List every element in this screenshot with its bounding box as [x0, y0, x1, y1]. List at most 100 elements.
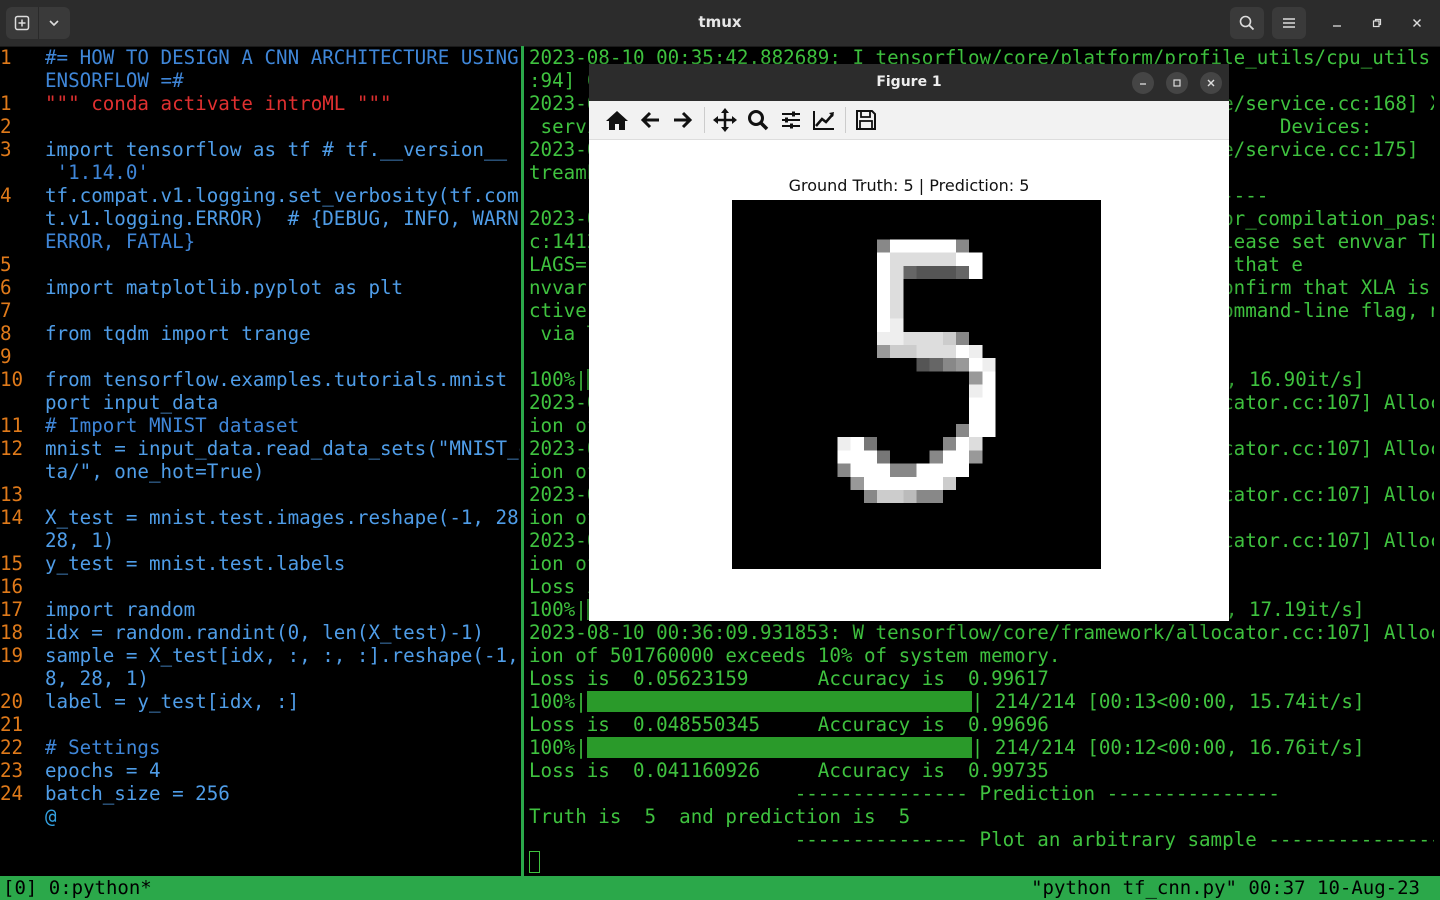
code-text: import random	[45, 598, 196, 621]
digit-pixel	[982, 410, 996, 425]
editor-line: 24 batch_size = 256	[0, 782, 520, 805]
digit-pixel	[916, 265, 930, 280]
digit-pixel	[837, 463, 851, 477]
digit-pixel	[850, 463, 864, 477]
pane-divider[interactable]	[521, 46, 524, 876]
figure-titlebar[interactable]: Figure 1	[589, 64, 1229, 101]
editor-line: t.v1.logging.ERROR) # {DEBUG, INFO, WARN…	[0, 207, 520, 230]
digit-pixel	[942, 450, 957, 464]
close-button[interactable]	[1406, 12, 1428, 34]
digit-pixel	[903, 331, 917, 345]
close-icon	[1207, 79, 1215, 87]
digit-pixel	[890, 279, 904, 293]
window-titlebar: tmux	[0, 0, 1440, 47]
editor-line: 21	[0, 713, 520, 736]
close-icon	[1413, 19, 1421, 27]
terminal-line: Loss is 0.05623159 Accuracy is 0.99617	[529, 667, 1434, 690]
line-number: 9	[0, 345, 12, 368]
toolbar-separator	[845, 107, 846, 133]
code-text: ERROR, FATAL}	[45, 230, 196, 253]
terminal-line: Loss is 0.048550345 Accuracy is 0.99696	[529, 713, 1434, 736]
search-icon	[1239, 15, 1255, 31]
line-number: 2	[0, 115, 12, 138]
digit-pixel	[929, 252, 943, 266]
editor-line: @	[0, 805, 520, 828]
digit-pixel	[969, 424, 983, 438]
digit-pixel	[890, 265, 904, 280]
editor-line: ERROR, FATAL}	[0, 230, 520, 253]
code-text: """ conda activate introML """	[45, 92, 392, 115]
digit-pixel	[850, 476, 864, 490]
edit-axis-button[interactable]	[810, 106, 838, 134]
maximize-button[interactable]	[1366, 12, 1388, 34]
digit-pixel	[876, 265, 891, 280]
digit-pixel	[876, 252, 891, 266]
progress-percent: 100%|	[529, 736, 587, 759]
progress-stats: | 214/214 [00:12<00:00, 16.76it/s]	[971, 736, 1365, 759]
menu-button[interactable]	[1272, 7, 1306, 39]
digit-pixel	[863, 489, 877, 504]
configure-subplots-button[interactable]	[777, 106, 805, 134]
forward-button[interactable]	[669, 106, 697, 134]
digit-pixel	[890, 344, 904, 359]
editor-line: 28, 1)	[0, 529, 520, 552]
minimize-button[interactable]	[1326, 12, 1348, 34]
digit-pixel	[956, 344, 970, 359]
editor-pane[interactable]: 1 #= HOW TO DESIGN A CNN ARCHITECTURE USI…	[0, 46, 520, 876]
digit-pixel	[956, 437, 970, 451]
editor-line: 12 mnist = input_data.read_data_sets("MNI…	[0, 437, 520, 460]
digit-pixel	[969, 252, 983, 266]
search-button[interactable]	[1230, 7, 1264, 39]
figure-maximize-button[interactable]	[1166, 72, 1188, 94]
back-button[interactable]	[636, 106, 664, 134]
forward-icon	[674, 111, 693, 129]
figure-toolbar	[589, 101, 1229, 140]
figure-canvas[interactable]: Ground Truth: 5 | Prediction: 5	[589, 140, 1229, 621]
digit-pixel	[942, 331, 957, 345]
editor-line: 18 idx = random.randint(0, len(X_test)-1)	[0, 621, 520, 644]
digit-pixel	[969, 437, 983, 451]
line-number	[0, 230, 45, 253]
figure-minimize-button[interactable]	[1132, 72, 1154, 94]
digit-pixel	[876, 331, 891, 345]
digit-pixel	[969, 397, 983, 411]
editor-line: 15 y_test = mnist.test.labels	[0, 552, 520, 575]
editor-line: 17 import random	[0, 598, 520, 621]
digit-pixel	[942, 344, 957, 359]
terminal-line: 100%| | 214/214 [00:12<00:00, 16.76it/s]	[529, 736, 1434, 759]
digit-pixel	[956, 463, 970, 477]
status-window-list[interactable]: [0] 0:python*	[3, 876, 152, 900]
code-text: '1.14.0'	[45, 161, 149, 184]
line-number: 11	[0, 414, 24, 437]
terminal-text: ion of 501760000 exceeds 10% of system m…	[529, 644, 1061, 667]
digit-pixel	[942, 252, 957, 266]
progress-percent: 100%|	[529, 368, 587, 391]
toolbar-separator	[704, 107, 705, 133]
save-button[interactable]	[852, 106, 880, 134]
digit-pixel	[969, 358, 983, 372]
digit-pixel	[876, 318, 891, 332]
code-text: 8, 28, 1)	[45, 667, 149, 690]
zoom-button[interactable]	[744, 106, 772, 134]
code-text: 28, 1)	[45, 529, 115, 552]
home-button[interactable]	[603, 106, 631, 134]
digit-pixel	[876, 239, 891, 253]
digit-pixel	[929, 239, 943, 253]
minimize-icon	[1333, 25, 1341, 27]
code-text: y_test = mnist.test.labels	[45, 552, 346, 575]
pan-button[interactable]	[711, 106, 739, 134]
editor-line: 9	[0, 345, 520, 368]
digit-pixel	[916, 476, 930, 490]
progress-percent: 100%|	[529, 598, 587, 621]
tmux-statusbar: [0] 0:python* "python tf_cnn.py" 00:37 1…	[0, 876, 1440, 900]
line-number: 5	[0, 253, 12, 276]
figure-close-button[interactable]	[1200, 72, 1222, 94]
digit-pixel	[982, 371, 996, 385]
line-number	[0, 805, 45, 828]
line-number	[0, 529, 45, 552]
digit-pixel	[903, 265, 917, 280]
digit-pixel	[890, 239, 904, 253]
terminal-text: Loss is 0.041160926 Accuracy is 0.99735	[529, 759, 1049, 782]
digit-pixel	[876, 344, 891, 359]
digit-pixel	[876, 450, 891, 464]
